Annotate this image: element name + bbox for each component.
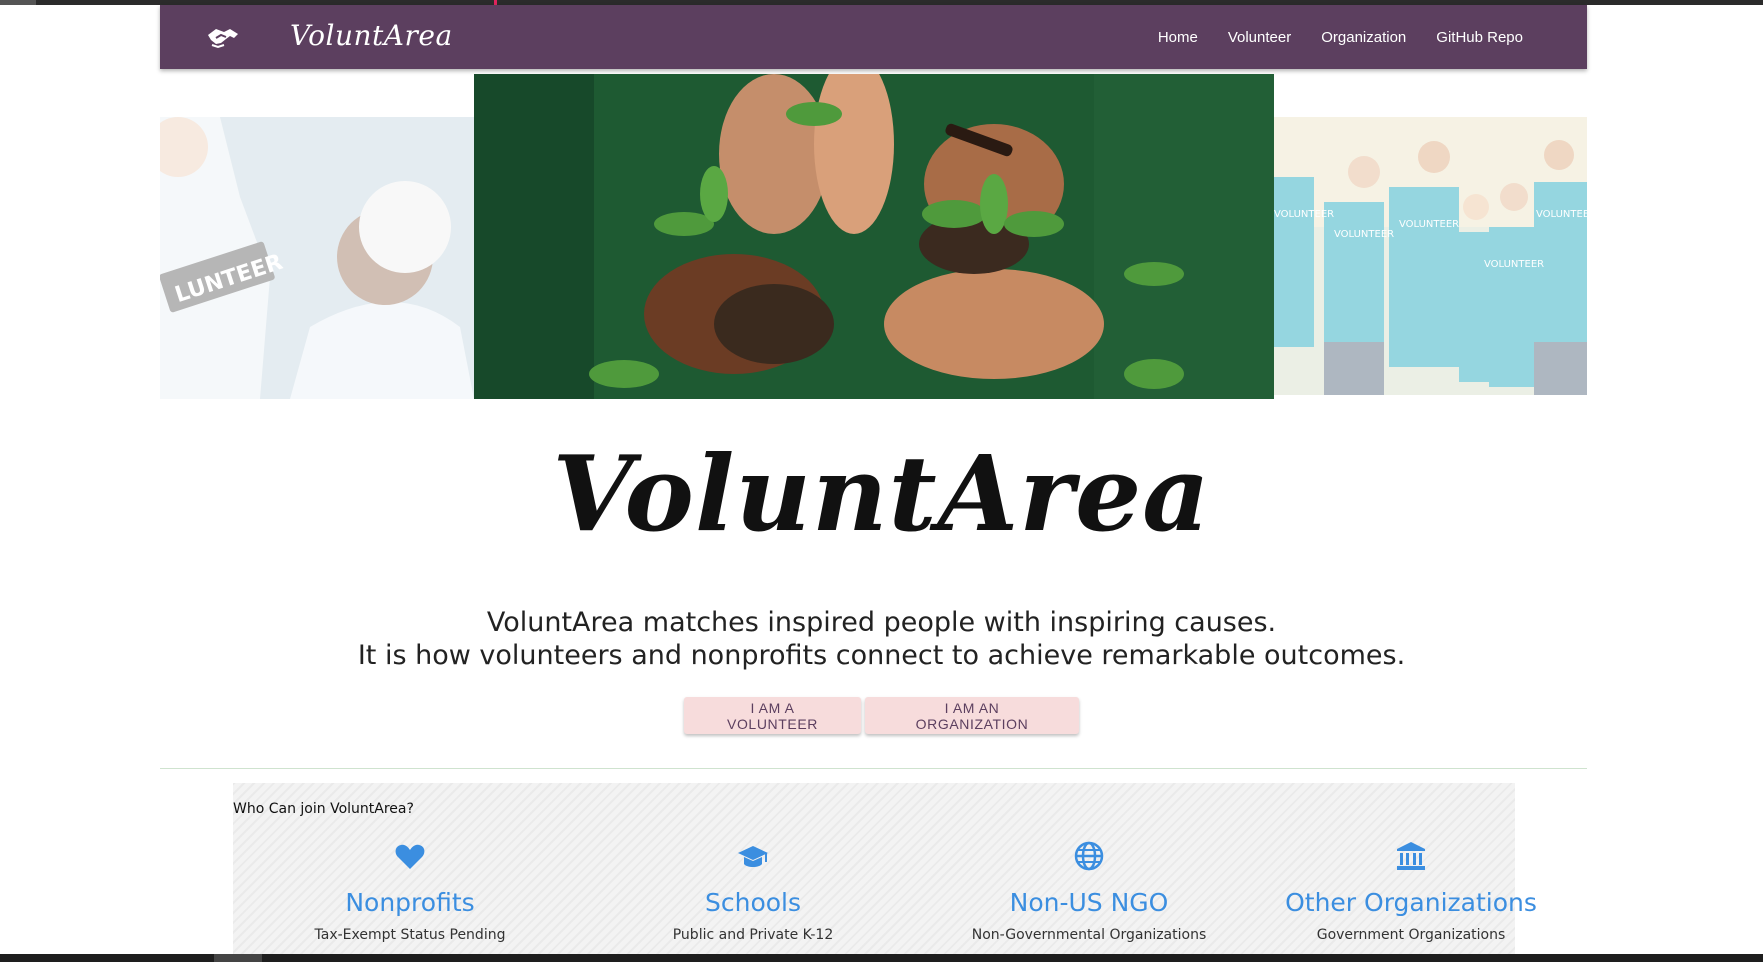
- nav-link-volunteer[interactable]: Volunteer: [1228, 29, 1291, 46]
- category-non-us-ngo[interactable]: Non-US NGO Non-Governmental Organization…: [929, 840, 1249, 943]
- hero-tagline-line-1: VoluntArea matches inspired people with …: [486, 607, 1277, 638]
- who-can-join-title: Who Can join VoluntArea?: [233, 801, 414, 817]
- brand-name[interactable]: VoluntArea: [290, 19, 453, 52]
- cta-buttons: I AM A VOLUNTEER I AM AN ORGANIZATION: [0, 697, 1763, 734]
- group-shirt-text-4: VOLUNTEER: [1484, 259, 1544, 270]
- hero-title: VoluntArea: [552, 432, 1211, 555]
- top-navbar: VoluntArea Home Volunteer Organization G…: [160, 5, 1587, 69]
- hero-photo-volunteer-group-art: VOLUNTEER VOLUNTEER VOLUNTEER VOLUNTEER …: [1274, 117, 1587, 395]
- category-title: Other Organizations: [1285, 888, 1537, 917]
- browser-bottom-strip: [0, 954, 1763, 962]
- category-nonprofits[interactable]: Nonprofits Tax-Exempt Status Pending: [250, 840, 570, 943]
- group-shirt-text-5: VOLUNTEER: [1536, 209, 1587, 220]
- hero-tagline-line-2: It is how volunteers and nonprofits conn…: [357, 640, 1406, 671]
- who-can-join-section: Who Can join VoluntArea? Nonprofits Tax-…: [233, 783, 1537, 962]
- hero-tagline: VoluntArea matches inspired people with …: [0, 606, 1763, 672]
- nav-link-github-repo[interactable]: GitHub Repo: [1436, 29, 1523, 46]
- group-shirt-text-1: VOLUNTEER: [1274, 209, 1334, 220]
- graduation-cap-icon: [738, 846, 768, 867]
- nav-link-organization[interactable]: Organization: [1321, 29, 1406, 46]
- category-title: Non-US NGO: [1009, 888, 1169, 917]
- hero-photo-hands-plants-art: [474, 74, 1274, 399]
- category-title: Schools: [704, 888, 802, 917]
- browser-bottom-segment: [214, 954, 262, 962]
- i-am-an-organization-button[interactable]: I AM AN ORGANIZATION: [865, 697, 1079, 734]
- category-other-organizations[interactable]: Other Organizations Government Organizat…: [1251, 840, 1571, 943]
- hero-photo-volunteer-elderly-art: LUNTEER: [160, 117, 474, 399]
- browser-tab-edge: [0, 0, 36, 5]
- globe-icon: [1074, 841, 1104, 871]
- category-subtitle: Tax-Exempt Status Pending: [314, 927, 506, 943]
- hero-photo-volunteer-elderly: LUNTEER: [160, 117, 474, 399]
- category-subtitle: Public and Private K-12: [672, 927, 834, 943]
- nav-link-home[interactable]: Home: [1158, 29, 1198, 46]
- heart-icon: [395, 844, 425, 869]
- category-subtitle: Non-Governmental Organizations: [971, 927, 1207, 943]
- nav-links: Home Volunteer Organization GitHub Repo: [1158, 5, 1523, 69]
- category-subtitle: Government Organizations: [1316, 927, 1506, 943]
- hero-photo-volunteer-group: VOLUNTEER VOLUNTEER VOLUNTEER VOLUNTEER …: [1274, 117, 1587, 395]
- category-title: Nonprofits: [345, 888, 475, 917]
- section-divider: [160, 768, 1587, 769]
- group-shirt-text-3: VOLUNTEER: [1399, 219, 1459, 230]
- hero-photo-hands-plants: [474, 74, 1274, 399]
- handshake-icon[interactable]: [206, 23, 240, 51]
- i-am-a-volunteer-button[interactable]: I AM A VOLUNTEER: [684, 697, 861, 734]
- group-shirt-text-2: VOLUNTEER: [1334, 229, 1394, 240]
- institution-icon: [1397, 842, 1425, 870]
- category-schools[interactable]: Schools Public and Private K-12: [593, 840, 913, 943]
